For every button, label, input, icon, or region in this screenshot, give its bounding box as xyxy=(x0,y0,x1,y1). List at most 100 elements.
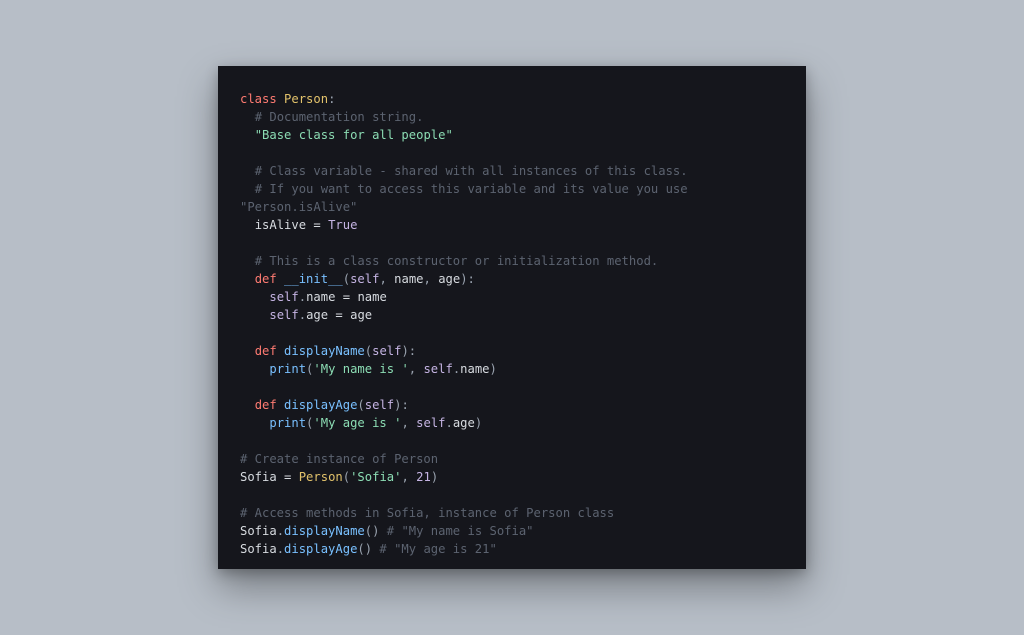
code-token: # Documentation string. xyxy=(255,110,424,124)
code-token: # If you want to access this variable an… xyxy=(255,182,688,196)
code-line: print('My age is ', self.age) xyxy=(240,416,482,430)
code-token: ): xyxy=(460,272,475,286)
code-token xyxy=(343,308,350,322)
code-token: age xyxy=(350,308,372,322)
code-line: def displayName(self): xyxy=(240,344,416,358)
code-token: self xyxy=(416,416,445,430)
code-token: 'My name is ' xyxy=(313,362,408,376)
code-token: self xyxy=(350,272,379,286)
code-line: # This is a class constructor or initial… xyxy=(240,254,658,268)
code-token: Sofia xyxy=(240,542,277,556)
code-token: . xyxy=(277,542,284,556)
code-token xyxy=(277,470,284,484)
code-token: isAlive xyxy=(255,218,306,232)
code-token: "Base class for all people" xyxy=(255,128,453,142)
code-line: print('My name is ', self.name) xyxy=(240,362,497,376)
code-line: "Person.isAlive" xyxy=(240,200,357,214)
code-token: () xyxy=(365,524,387,538)
code-token: def xyxy=(255,344,277,358)
code-line: isAlive = True xyxy=(240,218,357,232)
code-token: . xyxy=(299,290,306,304)
code-token: . xyxy=(446,416,453,430)
code-line: # If you want to access this variable an… xyxy=(240,182,688,196)
code-line: "Base class for all people" xyxy=(240,128,453,142)
code-token: __init__ xyxy=(284,272,343,286)
code-token: name xyxy=(306,290,335,304)
code-token xyxy=(321,218,328,232)
code-token: print xyxy=(269,362,306,376)
code-line: Sofia.displayAge() # "My age is 21" xyxy=(240,542,497,556)
code-token: Person xyxy=(299,470,343,484)
code-token xyxy=(291,470,298,484)
code-token: Sofia xyxy=(240,524,277,538)
code-token: ): xyxy=(394,398,409,412)
code-token: : xyxy=(328,92,335,106)
code-token: ): xyxy=(401,344,416,358)
code-token: 'My age is ' xyxy=(313,416,401,430)
code-token: self xyxy=(365,398,394,412)
code-line: # Class variable - shared with all insta… xyxy=(240,164,688,178)
code-token: # "My age is 21" xyxy=(379,542,496,556)
code-token: = xyxy=(343,290,350,304)
code-token: ) xyxy=(490,362,497,376)
code-line: def __init__(self, name, age): xyxy=(240,272,475,286)
code-token: self xyxy=(423,362,452,376)
code-token: self xyxy=(269,308,298,322)
code-token: def xyxy=(255,272,277,286)
code-line: class Person: xyxy=(240,92,335,106)
code-token: ( xyxy=(343,470,350,484)
code-token: , xyxy=(379,272,394,286)
code-token: ) xyxy=(431,470,438,484)
code-token: ( xyxy=(343,272,350,286)
code-token: Person xyxy=(284,92,328,106)
code-token: name xyxy=(394,272,423,286)
code-token: class xyxy=(240,92,277,106)
code-token: = xyxy=(313,218,320,232)
code-token xyxy=(277,344,284,358)
code-token: age xyxy=(306,308,328,322)
code-token: self xyxy=(372,344,401,358)
code-token: # Class variable - shared with all insta… xyxy=(255,164,688,178)
code-token: displayAge xyxy=(284,542,357,556)
code-line: Sofia = Person('Sofia', 21) xyxy=(240,470,438,484)
code-line: # Access methods in Sofia, instance of P… xyxy=(240,506,614,520)
code-token: age xyxy=(438,272,460,286)
code-token: "Person.isAlive" xyxy=(240,200,357,214)
code-token: () xyxy=(357,542,379,556)
code-line: # Documentation string. xyxy=(240,110,423,124)
code-token xyxy=(335,290,342,304)
code-token: print xyxy=(269,416,306,430)
code-token: # This is a class constructor or initial… xyxy=(255,254,659,268)
code-token: # Access methods in Sofia, instance of P… xyxy=(240,506,614,520)
code-token: ( xyxy=(357,398,364,412)
code-token: . xyxy=(277,524,284,538)
code-token xyxy=(277,398,284,412)
code-panel: class Person: # Documentation string. "B… xyxy=(218,66,806,569)
code-line: self.age = age xyxy=(240,308,372,322)
code-token: age xyxy=(453,416,475,430)
code-token: displayName xyxy=(284,524,365,538)
code-token: , xyxy=(401,416,416,430)
code-token: Sofia xyxy=(240,470,277,484)
code-token: 'Sofia' xyxy=(350,470,401,484)
code-token: self xyxy=(269,290,298,304)
code-token: # Create instance of Person xyxy=(240,452,438,466)
code-token xyxy=(277,92,284,106)
code-line: def displayAge(self): xyxy=(240,398,409,412)
code-token: name xyxy=(357,290,386,304)
code-token xyxy=(277,272,284,286)
code-token: , xyxy=(409,362,424,376)
code-token: 21 xyxy=(416,470,431,484)
code-token: , xyxy=(424,272,439,286)
code-block: class Person: # Documentation string. "B… xyxy=(240,90,784,558)
code-token: name xyxy=(460,362,489,376)
code-token: ) xyxy=(475,416,482,430)
code-token: , xyxy=(401,470,416,484)
code-line: Sofia.displayName() # "My name is Sofia" xyxy=(240,524,534,538)
code-line: # Create instance of Person xyxy=(240,452,438,466)
code-token: = xyxy=(335,308,342,322)
code-token: ( xyxy=(365,344,372,358)
code-token: def xyxy=(255,398,277,412)
code-token: displayAge xyxy=(284,398,357,412)
code-token: # "My name is Sofia" xyxy=(387,524,534,538)
